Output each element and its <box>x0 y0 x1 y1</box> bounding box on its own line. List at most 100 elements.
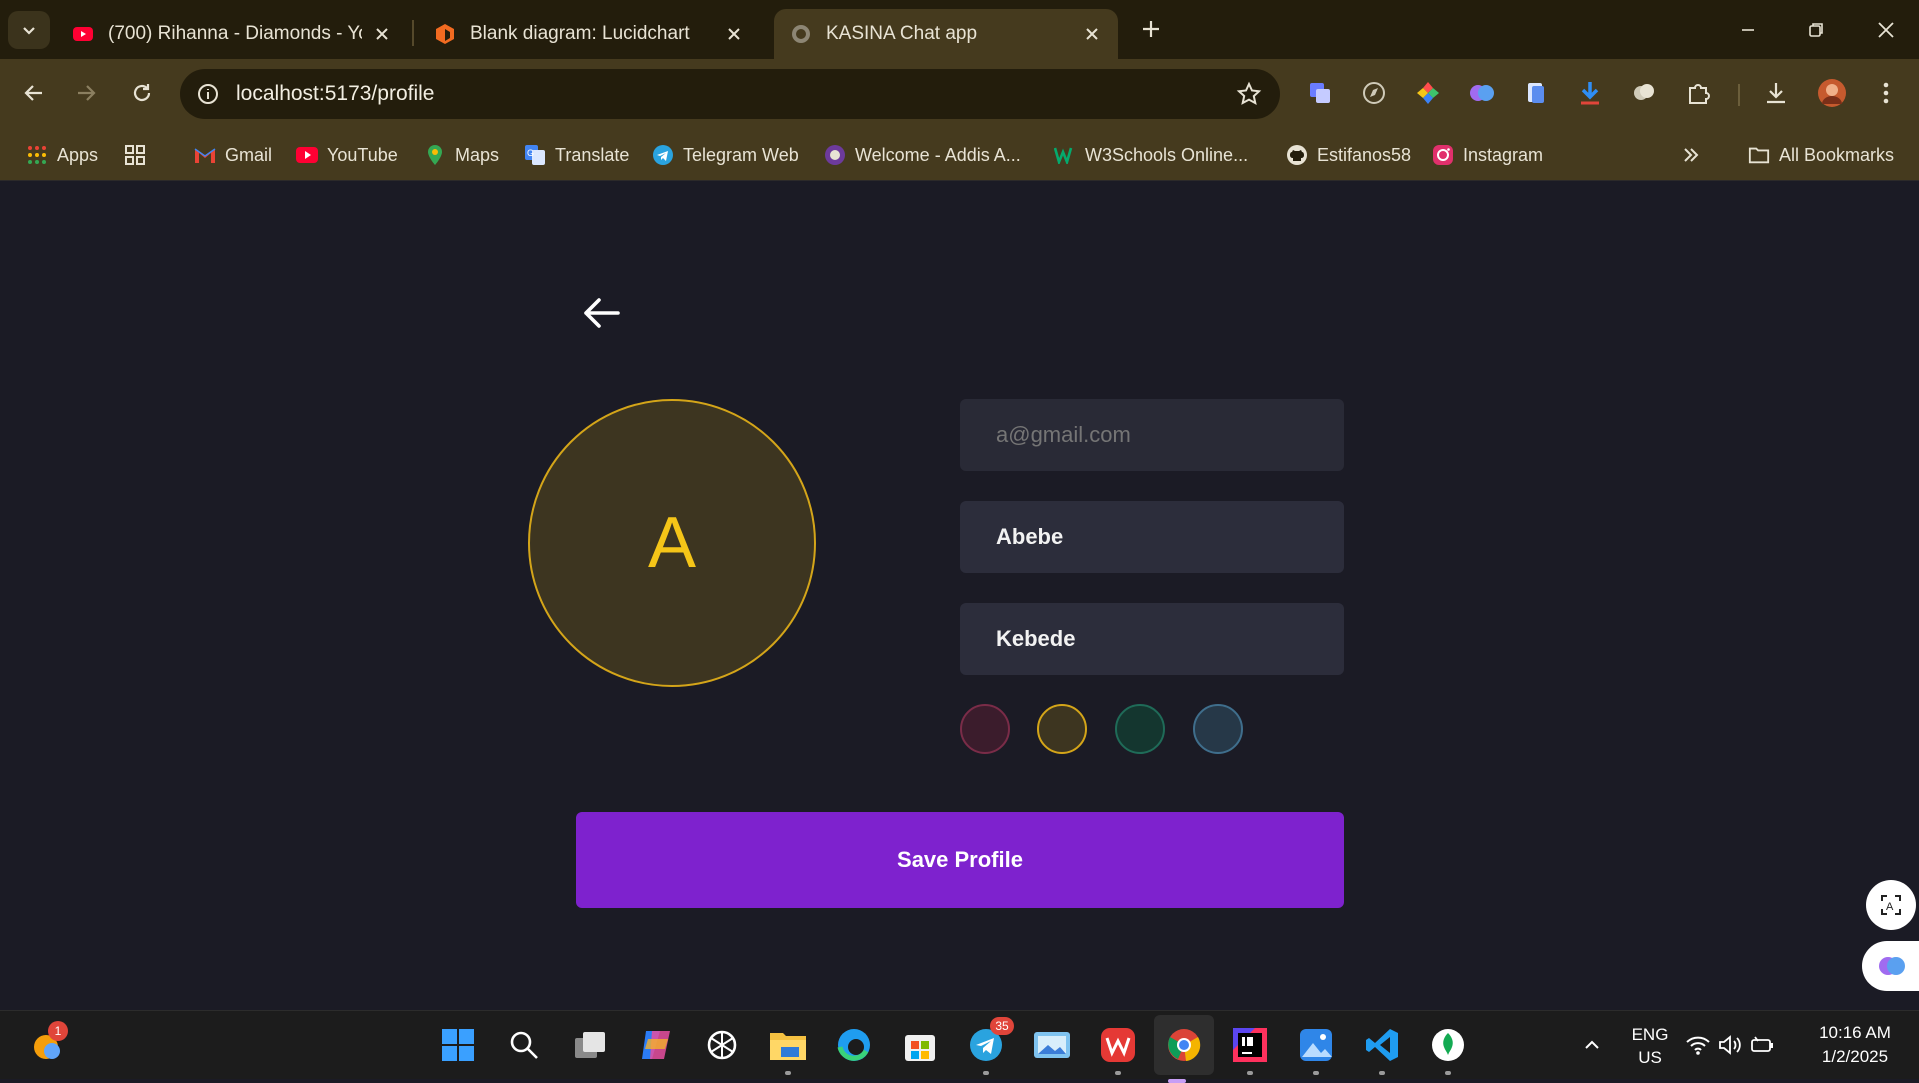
image-viewer-app[interactable] <box>1294 1023 1338 1075</box>
start-button[interactable] <box>436 1023 480 1067</box>
weather-widget[interactable]: 1 <box>26 1021 70 1067</box>
avatar: A <box>528 399 816 687</box>
notification-badge: 1 <box>48 1021 68 1041</box>
side-assistant-button[interactable] <box>1862 941 1919 991</box>
chevron-down-icon <box>23 27 35 35</box>
arrow-left-icon <box>584 298 620 328</box>
volume-icon <box>1719 1035 1741 1055</box>
bookmark-github[interactable]: Estifanos58 <box>1286 142 1411 168</box>
telegram-app[interactable]: 35 <box>964 1017 1014 1075</box>
unread-badge: 35 <box>990 1017 1014 1035</box>
bookmark-telegram[interactable]: Telegram Web <box>652 142 799 168</box>
new-tab-button[interactable] <box>1136 14 1166 44</box>
last-name-field[interactable] <box>960 603 1344 675</box>
close-tab-icon[interactable] <box>370 22 394 46</box>
brain-icon <box>1879 957 1905 975</box>
reload-button[interactable] <box>124 75 160 111</box>
tab-groups-button[interactable] <box>124 142 155 168</box>
photos-icon <box>1034 1032 1070 1058</box>
back-arrow-button[interactable] <box>578 289 626 337</box>
site-info-icon[interactable] <box>196 82 220 106</box>
close-tab-icon[interactable] <box>722 22 746 46</box>
copilot-button[interactable] <box>634 1023 678 1067</box>
profile-avatar-icon[interactable] <box>1816 77 1848 109</box>
mongodb-compass-app[interactable] <box>1426 1023 1470 1075</box>
bookmark-star-icon[interactable] <box>1236 81 1262 107</box>
back-button[interactable] <box>16 75 52 111</box>
color-swatch-rose[interactable] <box>960 704 1010 754</box>
all-bookmarks-button[interactable]: All Bookmarks <box>1748 142 1894 168</box>
extensions-puzzle-icon[interactable] <box>1682 77 1714 109</box>
extension-cloud-icon[interactable] <box>1628 77 1660 109</box>
address-bar[interactable]: localhost:5173/profile <box>180 69 1280 119</box>
windows-taskbar: 1 35 ENG US 10:16 AM 1/2/2025 <box>0 1010 1919 1083</box>
color-swatch-teal[interactable] <box>1115 704 1165 754</box>
url-text[interactable]: localhost:5173/profile <box>236 82 434 106</box>
show-hidden-icons-button[interactable] <box>1570 1023 1614 1067</box>
bookmark-addis[interactable]: Welcome - Addis A... <box>824 142 1021 168</box>
youtube-icon <box>73 27 93 41</box>
taskbar-search-button[interactable] <box>502 1023 546 1067</box>
photo-app[interactable] <box>1030 1023 1074 1067</box>
tab-title: (700) Rihanna - Diamonds - YouTube <box>108 23 362 44</box>
extension-brain-icon[interactable] <box>1466 77 1498 109</box>
microsoft-store-app[interactable] <box>898 1023 942 1067</box>
svg-text:G: G <box>527 148 534 158</box>
forward-button[interactable] <box>68 75 104 111</box>
bookmark-youtube[interactable]: YouTube <box>296 142 398 168</box>
chrome-icon <box>1168 1029 1201 1061</box>
vscode-app[interactable] <box>1360 1023 1404 1075</box>
edge-app[interactable] <box>832 1023 876 1067</box>
tab-search-button[interactable] <box>8 11 50 49</box>
extension-document-icon[interactable] <box>1520 77 1552 109</box>
bookmark-w3schools[interactable]: W3Schools Online... <box>1054 142 1248 168</box>
github-icon <box>1286 144 1308 166</box>
email-field[interactable] <box>960 399 1344 471</box>
chatgpt-app[interactable] <box>700 1023 744 1067</box>
bookmark-gmail[interactable]: Gmail <box>194 142 272 168</box>
first-name-field[interactable] <box>960 501 1344 573</box>
youtube-icon <box>296 144 318 166</box>
downloads-icon[interactable] <box>1760 77 1792 109</box>
color-swatch-amber[interactable] <box>1037 704 1087 754</box>
extension-copy-icon[interactable] <box>1304 77 1336 109</box>
svg-text:A: A <box>1886 901 1894 913</box>
browser-tab-strip: (700) Rihanna - Diamonds - YouTube Blank… <box>0 0 1919 59</box>
bookmark-instagram[interactable]: Instagram <box>1432 142 1543 168</box>
extension-colorwheel-icon[interactable] <box>1412 77 1444 109</box>
wps-icon <box>1101 1028 1135 1062</box>
translate-icon: G <box>524 144 546 166</box>
bookmark-label: W3Schools Online... <box>1085 144 1249 165</box>
close-tab-icon[interactable] <box>1080 22 1104 46</box>
task-view-button[interactable] <box>568 1023 612 1067</box>
wps-office-app[interactable] <box>1096 1023 1140 1075</box>
browser-tab-youtube[interactable]: (700) Rihanna - Diamonds - YouTube <box>56 9 408 59</box>
clock[interactable]: 10:16 AM 1/2/2025 <box>1800 1021 1910 1069</box>
maps-icon <box>424 144 446 166</box>
running-indicator <box>1115 1071 1121 1075</box>
color-swatch-slate-blue[interactable] <box>1193 704 1243 754</box>
running-indicator <box>1313 1071 1319 1075</box>
browser-menu-icon[interactable] <box>1870 77 1902 109</box>
input-language-indicator[interactable]: ENG US <box>1620 1023 1680 1069</box>
file-explorer-app[interactable] <box>766 1023 810 1075</box>
minimize-window-button[interactable] <box>1728 12 1768 48</box>
restore-icon <box>1809 23 1823 37</box>
extension-compass-icon[interactable] <box>1358 77 1390 109</box>
close-window-button[interactable] <box>1866 12 1906 48</box>
bookmark-maps[interactable]: Maps <box>424 142 499 168</box>
intellij-app[interactable] <box>1228 1023 1272 1075</box>
w3schools-icon <box>1054 144 1076 166</box>
browser-tab-lucidchart[interactable]: Blank diagram: Lucidchart <box>418 9 760 59</box>
bookmark-apps[interactable]: Apps <box>26 142 98 168</box>
globe-icon <box>792 25 810 43</box>
bookmark-translate[interactable]: G Translate <box>524 142 629 168</box>
save-profile-button[interactable]: Save Profile <box>576 812 1344 908</box>
more-bookmarks-button[interactable] <box>1680 142 1711 168</box>
extension-download-manager-icon[interactable] <box>1574 77 1606 109</box>
chrome-app[interactable] <box>1154 1015 1214 1083</box>
browser-tab-kasina[interactable]: KASINA Chat app <box>774 9 1118 59</box>
translate-page-button[interactable]: A <box>1866 880 1916 930</box>
quick-settings-button[interactable] <box>1682 1023 1778 1067</box>
restore-window-button[interactable] <box>1796 12 1836 48</box>
